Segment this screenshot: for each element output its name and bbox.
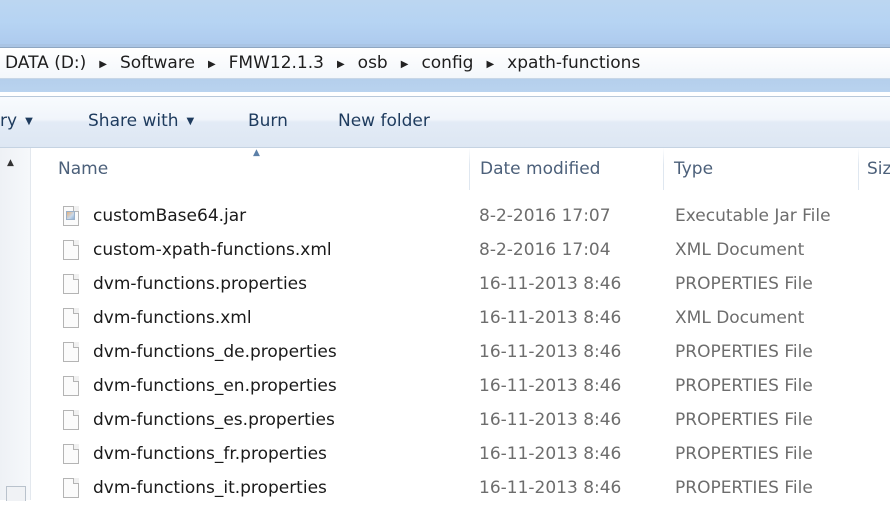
chevron-down-icon: ▼: [25, 116, 33, 127]
file-type: PROPERTIES File: [675, 376, 813, 396]
file-type: Executable Jar File: [675, 206, 831, 226]
file-date-modified: 16-11-2013 8:46: [479, 410, 622, 430]
file-icon-fold: [73, 240, 79, 246]
include-in-library-button[interactable]: ry ▼: [0, 111, 33, 131]
file-type: XML Document: [675, 308, 805, 328]
file-icon-fold: [73, 376, 79, 382]
file-name: customBase64.jar: [93, 206, 247, 226]
file-row[interactable]: dvm-functions_fr.properties 16-11-2013 8…: [31, 437, 890, 471]
file-date-modified: 16-11-2013 8:46: [479, 342, 622, 362]
file-type: PROPERTIES File: [675, 444, 813, 464]
breadcrumb-software[interactable]: Software: [120, 53, 195, 73]
scroll-up-icon[interactable]: ▲: [7, 158, 14, 168]
breadcrumb-fmw[interactable]: FMW12.1.3: [229, 53, 324, 73]
command-bar: ry ▼ Share with ▼ Burn New folder: [0, 96, 890, 148]
chevron-down-icon: ▼: [186, 116, 195, 127]
file-type: PROPERTIES File: [675, 410, 813, 430]
file-type: PROPERTIES File: [675, 342, 813, 362]
file-row[interactable]: dvm-functions_de.properties 16-11-2013 8…: [31, 335, 890, 369]
new-folder-button[interactable]: New folder: [338, 111, 430, 131]
navigation-pane: ▲: [0, 148, 31, 500]
file-name: dvm-functions_de.properties: [93, 342, 337, 362]
file-name: dvm-functions.properties: [93, 274, 308, 294]
file-icon-fold: [73, 308, 79, 314]
file-row[interactable]: dvm-functions.xml 16-11-2013 8:46 XML Do…: [31, 301, 890, 335]
breadcrumb-data-drive[interactable]: DATA (D:): [0, 53, 86, 73]
column-header-date-modified[interactable]: Date modified: [480, 148, 660, 190]
file-icon-fold: [73, 410, 79, 416]
file-date-modified: 8-2-2016 17:07: [479, 206, 611, 226]
file-row[interactable]: dvm-functions_es.properties 16-11-2013 8…: [31, 403, 890, 437]
column-header-name[interactable]: Name: [58, 148, 468, 190]
breadcrumb-chevron-icon[interactable]: ▶: [337, 59, 345, 70]
breadcrumb-chevron-icon[interactable]: ▶: [208, 59, 216, 70]
column-header-row: ▲ Name Date modified Type Siz: [31, 148, 890, 190]
breadcrumb-osb[interactable]: osb: [358, 53, 388, 73]
file-type: XML Document: [675, 240, 805, 260]
file-row[interactable]: customBase64.jar 8-2-2016 17:07 Executab…: [31, 199, 890, 233]
file-name: dvm-functions_en.properties: [93, 376, 337, 396]
burn-button[interactable]: Burn: [248, 111, 288, 131]
column-divider[interactable]: [663, 148, 664, 190]
file-row[interactable]: dvm-functions_en.properties 16-11-2013 8…: [31, 369, 890, 403]
file-name: dvm-functions_es.properties: [93, 410, 335, 430]
breadcrumb-config[interactable]: config: [421, 53, 473, 73]
window-title-bar: [0, 0, 890, 44]
breadcrumb-chevron-icon[interactable]: ▶: [486, 59, 494, 70]
file-icon-fold: [73, 478, 79, 484]
breadcrumb-xpath-functions[interactable]: xpath-functions: [507, 53, 640, 73]
column-header-size[interactable]: Siz: [867, 148, 890, 190]
file-date-modified: 8-2-2016 17:04: [479, 240, 611, 260]
file-row[interactable]: custom-xpath-functions.xml 8-2-2016 17:0…: [31, 233, 890, 267]
share-with-label: Share with: [88, 111, 179, 131]
column-divider[interactable]: [469, 148, 470, 190]
file-date-modified: 16-11-2013 8:46: [479, 274, 622, 294]
file-icon-fold: [73, 342, 79, 348]
share-with-button[interactable]: Share with ▼: [88, 111, 194, 131]
breadcrumb-chevron-icon[interactable]: ▶: [401, 59, 409, 70]
file-date-modified: 16-11-2013 8:46: [479, 444, 622, 464]
file-name: custom-xpath-functions.xml: [93, 240, 332, 260]
file-icon-fold: [73, 274, 79, 280]
breadcrumb-chevron-icon[interactable]: ▶: [99, 59, 107, 70]
file-name: dvm-functions_fr.properties: [93, 444, 327, 464]
address-bar[interactable]: DATA (D:) ▶ Software ▶ FMW12.1.3 ▶ osb ▶…: [0, 47, 890, 79]
file-icon-fold: [73, 444, 79, 450]
scrollbar-thumb[interactable]: [6, 486, 26, 501]
jar-file-icon-glyph: [66, 211, 75, 220]
file-name: dvm-functions.xml: [93, 308, 252, 328]
file-date-modified: 16-11-2013 8:46: [479, 308, 622, 328]
file-date-modified: 16-11-2013 8:46: [479, 376, 622, 396]
file-row[interactable]: dvm-functions.properties 16-11-2013 8:46…: [31, 267, 890, 301]
file-list: ▲ Name Date modified Type Siz customBase…: [31, 148, 890, 500]
file-type: PROPERTIES File: [675, 274, 813, 294]
column-header-type[interactable]: Type: [674, 148, 854, 190]
column-divider[interactable]: [858, 148, 859, 190]
include-in-library-label: ry: [0, 111, 18, 131]
